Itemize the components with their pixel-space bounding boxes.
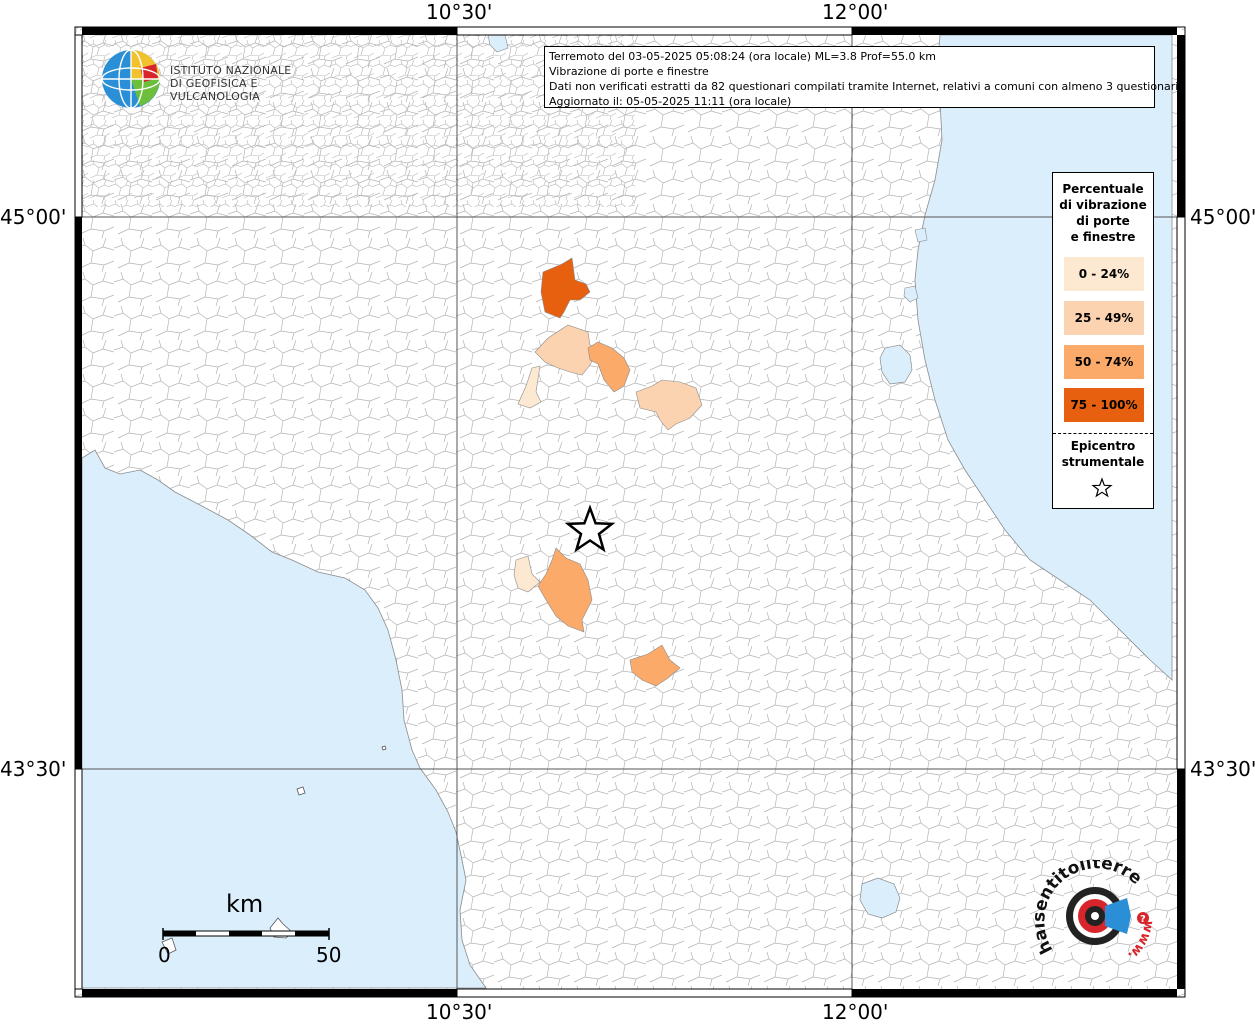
scale-unit: km: [226, 890, 264, 918]
legend-title: Percentuale di vibrazione di porte e fin…: [1053, 181, 1153, 245]
info-updated: Aggiornato il: 05-05-2025 11:11 (ora loc…: [549, 95, 792, 108]
scale-max-label: 50: [316, 943, 342, 967]
ingv-logo: ISTITUTO NAZIONALE DI GEOFISICA E VULCAN…: [100, 48, 320, 110]
logo-line2: DI GEOFISICA E VULCANOLOGIA: [170, 77, 260, 103]
legend-title-line3: di porte: [1076, 214, 1130, 228]
lon-label-top-right: 12°00': [822, 0, 889, 24]
lat-label-left-top: 45°00': [0, 205, 67, 229]
legend-title-line2: di vibrazione: [1059, 198, 1147, 212]
legend-item-25-49: 25 - 49%: [1064, 301, 1144, 335]
legend: Percentuale di vibrazione di porte e fin…: [1052, 172, 1154, 509]
haisentito-logo-icon: haisentitoilterremoto.it www. ?: [1026, 845, 1156, 963]
legend-epicenter-line2: strumentale: [1061, 455, 1145, 469]
lat-label-left-bottom: 43°30': [0, 757, 67, 781]
islet-gorgona: [296, 786, 306, 796]
legend-title-line1: Percentuale: [1062, 182, 1144, 196]
info-parameter: Vibrazione di porte e finestre: [549, 65, 709, 78]
legend-title-line4: e finestre: [1070, 230, 1136, 244]
ingv-globe-icon: [101, 49, 161, 109]
legend-item-0-24: 0 - 24%: [1064, 257, 1144, 291]
legend-epicenter-label: Epicentro strumentale: [1053, 438, 1153, 470]
scale-bar: km 0 50: [150, 890, 350, 970]
logo-line1: ISTITUTO NAZIONALE: [170, 64, 292, 77]
legend-star-icon: [1091, 477, 1113, 498]
legend-epicenter-line1: Epicentro: [1070, 439, 1136, 453]
lat-label-right-bottom: 43°30': [1190, 757, 1255, 781]
lon-label-bottom-left: 10°30': [426, 1000, 493, 1024]
earthquake-info-box: Terremoto del 03-05-2025 05:08:24 (ora l…: [544, 46, 1182, 108]
legend-separator: [1053, 433, 1153, 434]
info-source: Dati non verificati estratti da 82 quest…: [549, 80, 1182, 93]
lon-label-bottom-right: 12°00': [822, 1000, 889, 1024]
legend-item-50-74: 50 - 74%: [1064, 345, 1144, 379]
haisentitoilterremoto-logo: haisentitoilterremoto.it www. ?: [1026, 845, 1165, 978]
legend-item-75-100: 75 - 100%: [1064, 388, 1144, 422]
svg-text:www.: www.: [1124, 919, 1156, 963]
svg-text:?: ?: [1140, 914, 1146, 925]
islet-meloria: [381, 745, 387, 751]
scale-ruler: [162, 928, 330, 940]
scale-zero-label: 0: [158, 943, 171, 967]
lat-label-right-top: 45°00': [1190, 205, 1255, 229]
lon-label-top-left: 10°30': [426, 0, 493, 24]
info-event: Terremoto del 03-05-2025 05:08:24 (ora l…: [549, 50, 937, 63]
watermark-url: www.: [1124, 919, 1156, 963]
